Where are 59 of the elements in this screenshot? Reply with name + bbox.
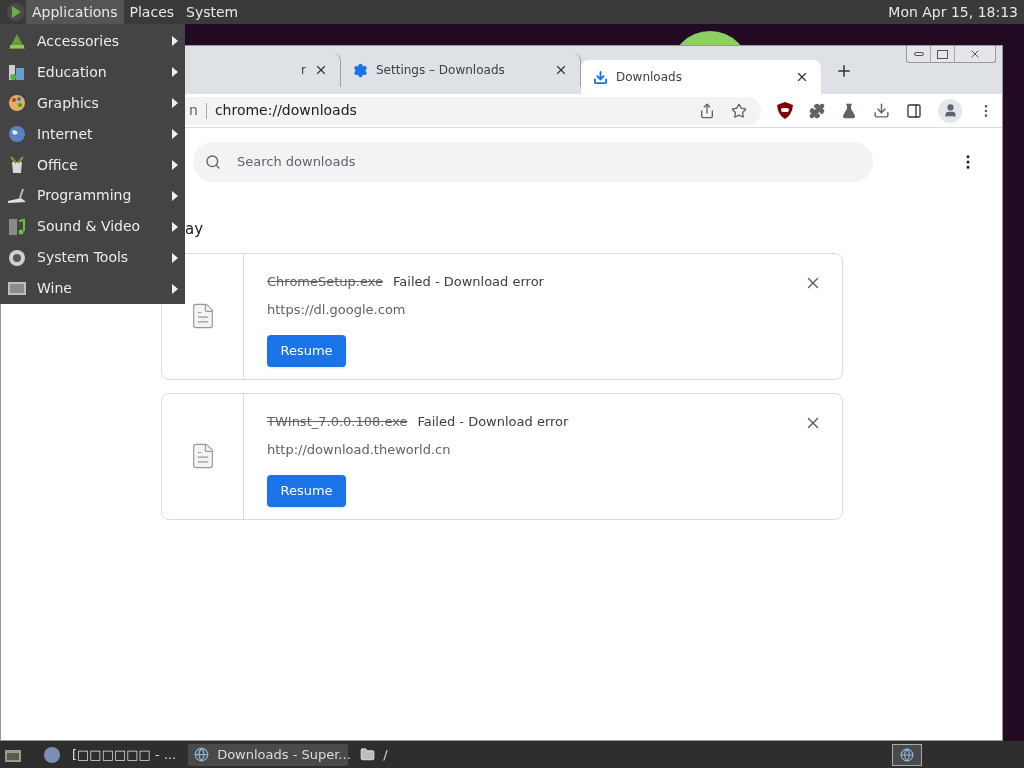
submenu-arrow-icon [172,67,178,78]
search-field[interactable]: Search downloads [193,142,873,182]
bookmark-star-icon[interactable] [731,102,747,119]
panel-menu[interactable]: System [180,0,245,24]
download-icon [593,69,608,85]
download-icon[interactable] [873,102,890,119]
menu-item[interactable]: Office [0,149,185,181]
new-tab-icon[interactable] [835,62,853,80]
clock[interactable]: Mon Apr 15, 18:13 [888,1,1024,23]
download-status: Failed - Download error [417,412,569,431]
section-heading: ay [185,219,204,240]
resume-button[interactable]: Resume [267,335,346,367]
taskbar-button[interactable]: [□□□□□□ - ... [66,743,183,766]
menu-logo-icon [6,2,26,22]
share-icon[interactable] [699,102,715,119]
source-link[interactable]: http://download.theworld.cn [267,439,451,459]
taskbar-button[interactable]: Downloads - Super... [188,743,349,766]
books-icon [7,62,27,83]
tab-close-icon[interactable] [314,63,328,77]
gear-icon [7,247,27,268]
extensions-icon[interactable] [809,102,825,119]
resume-button[interactable]: Resume [267,475,346,507]
download-status: Failed - Download error [393,272,544,291]
folder-icon [360,747,376,762]
submenu-arrow-icon [172,190,178,201]
menu-item[interactable]: Wine [0,273,185,304]
submenu-arrow-icon [172,252,178,263]
file-name: ChromeSetup.exe [267,272,384,291]
panel-menu[interactable]: Applications [26,0,124,24]
menu-item[interactable]: Programming [0,180,185,212]
globe-icon [7,124,27,145]
submenu-arrow-icon [172,98,178,109]
submenu-arrow-icon [172,221,178,232]
file-name: TWInst_7.0.0.108.exe [267,412,408,431]
profile-avatar[interactable] [938,98,962,123]
source-link[interactable]: https://dl.google.com [267,299,406,319]
browser-icon [194,747,210,762]
submenu-arrow-icon [172,160,178,170]
flask-icon[interactable] [841,102,857,119]
menu-item[interactable]: System Tools [0,242,185,274]
submenu-arrow-icon [172,129,178,140]
submenu-arrow-icon [172,283,178,294]
tab-close-icon[interactable] [795,70,809,84]
taskbar-button[interactable]: / [354,743,394,766]
tray-app-icon[interactable] [892,743,922,766]
palette-icon [7,93,27,114]
side-panel-icon[interactable] [906,102,922,119]
settings-icon [353,62,368,78]
film-music-icon [7,216,27,237]
menu-item[interactable]: Sound & Video [0,211,185,243]
browser-tab[interactable]: Downloads [581,60,821,94]
shield-icon[interactable] [777,102,793,119]
panel-menu[interactable]: Places [123,0,181,24]
search-icon [205,154,221,170]
cup-icon [7,155,27,175]
tab-close-icon[interactable] [554,63,568,77]
browser-launcher-icon[interactable] [44,746,60,763]
close-icon [969,48,981,60]
submenu-arrow-icon [172,36,178,47]
